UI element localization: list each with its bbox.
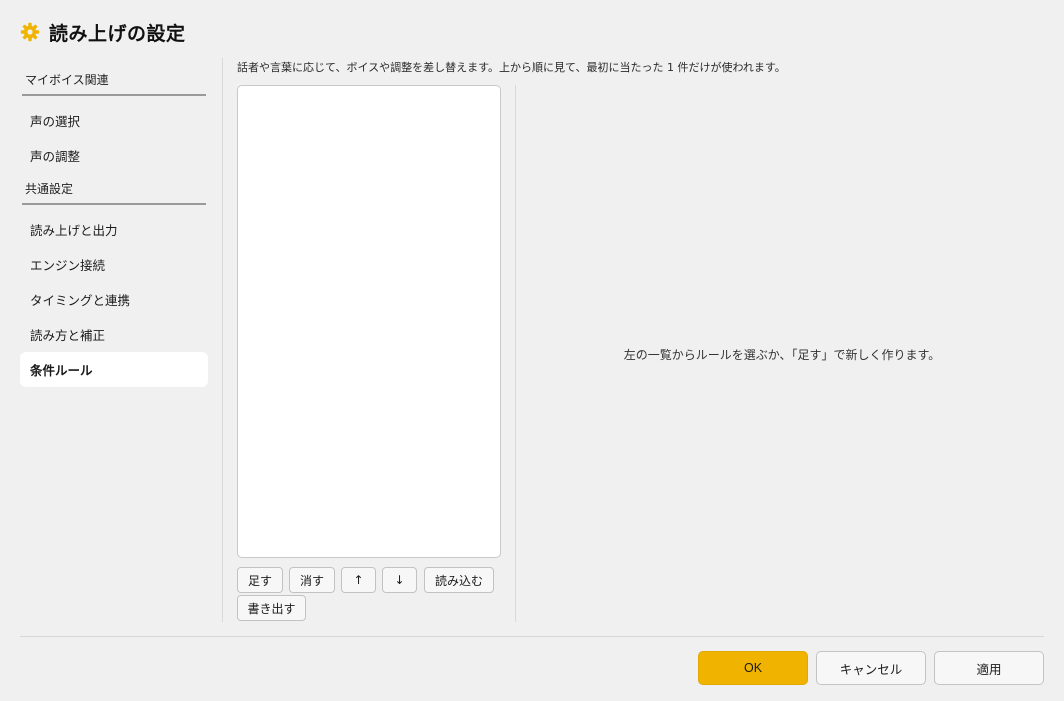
delete-rule-button[interactable]: 消す [289,567,335,593]
sidebar-item-reading-output[interactable]: 読み上げと出力 [20,212,208,247]
sidebar-item-timing-integration[interactable]: タイミングと連携 [20,282,208,317]
footer-divider [20,636,1044,637]
window-title: 読み上げの設定 [49,22,186,45]
sidebar-divider [222,58,223,622]
sidebar-item-label: タイミングと連携 [30,293,131,308]
sidebar-section-header: 共通設定 [22,175,206,205]
sidebar-item-pronunciation[interactable]: 読み方と補正 [20,317,208,352]
settings-window: 読み上げの設定 マイボイス関連 声の選択 声の調整 共通設定 読み上げと出力 エ… [0,0,1064,701]
sidebar-item-label: 読み方と補正 [30,328,106,343]
sidebar-group-myvoice: マイボイス関連 声の選択 声の調整 [20,66,208,175]
sidebar-item-engine-connection[interactable]: エンジン接続 [20,247,208,282]
sidebar-section-header: マイボイス関連 [22,66,206,96]
cancel-button[interactable]: キャンセル [816,651,926,685]
sidebar: マイボイス関連 声の選択 声の調整 共通設定 読み上げと出力 エンジン接続 タイ… [20,66,208,387]
sidebar-item-label: 読み上げと出力 [30,223,118,238]
gear-icon [20,22,40,42]
sidebar-item-condition-rules[interactable]: 条件ルール [20,352,208,387]
sidebar-group-common: 共通設定 読み上げと出力 エンジン接続 タイミングと連携 読み方と補正 条件ルー… [20,175,208,387]
sidebar-item-voice-select[interactable]: 声の選択 [20,103,208,138]
export-button[interactable]: 書き出す [237,595,306,621]
sidebar-item-label: エンジン接続 [30,258,106,273]
move-up-button[interactable]: ↑ [341,567,376,593]
apply-button[interactable]: 適用 [934,651,1044,685]
ok-button[interactable]: OK [698,651,808,685]
rule-detail-empty-message: 左の一覧からルールを選ぶか、「足す」で新しく作ります。 [623,348,941,362]
rule-list[interactable] [237,85,501,558]
sidebar-item-label: 条件ルール [30,363,93,378]
import-button[interactable]: 読み込む [424,567,494,593]
title-bar: 読み上げの設定 [20,18,186,46]
move-down-button[interactable]: ↓ [382,567,417,593]
page-description: 話者や言葉に応じて、ボイスや調整を差し替えます。上から順に見て、最初に当たった … [237,61,786,74]
sidebar-item-voice-adjust[interactable]: 声の調整 [20,138,208,173]
add-rule-button[interactable]: 足す [237,567,283,593]
sidebar-item-label: 声の調整 [30,149,81,164]
sidebar-item-label: 声の選択 [30,114,81,129]
